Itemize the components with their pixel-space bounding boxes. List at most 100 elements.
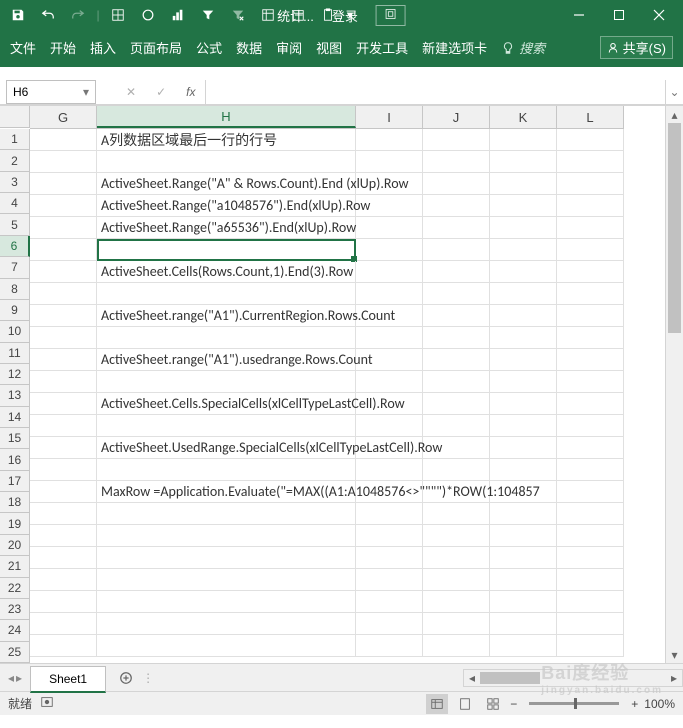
vscroll-thumb[interactable]	[668, 123, 681, 333]
name-box-dropdown-icon[interactable]: ▾	[83, 85, 89, 99]
row-header-16[interactable]: 16	[0, 449, 30, 470]
minimize-button[interactable]	[559, 2, 599, 28]
row-header-4[interactable]: 4	[0, 193, 30, 214]
hscroll-thumb[interactable]	[480, 672, 540, 684]
maximize-button[interactable]	[599, 2, 639, 28]
tab-file[interactable]: 文件	[10, 38, 36, 57]
cell-H1[interactable]: A列数据区域最后一行的行号	[97, 129, 356, 150]
macro-record-icon[interactable]	[40, 695, 54, 712]
insert-function-button[interactable]: fx	[186, 85, 195, 99]
cell-H10[interactable]	[97, 327, 356, 348]
borders-icon[interactable]	[104, 2, 132, 28]
save-button[interactable]	[4, 2, 32, 28]
row-header-15[interactable]: 15	[0, 428, 30, 449]
circle-icon[interactable]	[134, 2, 162, 28]
page-layout-view-button[interactable]	[454, 694, 476, 714]
row-header-5[interactable]: 5	[0, 214, 30, 235]
share-button[interactable]: 共享(S)	[600, 36, 673, 59]
redo-button[interactable]	[64, 2, 92, 28]
row-header-10[interactable]: 10	[0, 321, 30, 342]
row-header-23[interactable]: 23	[0, 599, 30, 620]
tell-me[interactable]: 搜索	[501, 38, 545, 57]
cell-H24[interactable]	[97, 635, 356, 656]
col-header-k[interactable]: K	[490, 106, 557, 128]
name-box[interactable]: H6 ▾	[6, 80, 96, 104]
zoom-in-button[interactable]: +	[631, 697, 638, 711]
cell-H18[interactable]	[97, 503, 356, 524]
cancel-formula-icon[interactable]: ✕	[126, 85, 136, 99]
expand-formula-bar-icon[interactable]: ⌄	[665, 80, 683, 104]
cell-H9[interactable]: ActiveSheet.range("A1").CurrentRegion.Ro…	[97, 305, 356, 326]
cell-H21[interactable]	[97, 569, 356, 590]
scroll-right-icon[interactable]: ▸	[666, 671, 682, 685]
tab-formulas[interactable]: 公式	[196, 38, 222, 57]
confirm-formula-icon[interactable]: ✓	[156, 85, 166, 99]
vertical-scrollbar[interactable]: ▴ ▾	[665, 106, 683, 663]
select-all-corner[interactable]	[0, 106, 30, 128]
account-box[interactable]	[376, 5, 406, 26]
row-header-7[interactable]: 7	[0, 257, 30, 278]
clear-filter-icon[interactable]	[224, 2, 252, 28]
cell-H8[interactable]	[97, 283, 356, 304]
cell-H20[interactable]	[97, 547, 356, 568]
cell-H13[interactable]: ActiveSheet.Cells.SpecialCells(xlCellTyp…	[97, 393, 356, 414]
row-header-21[interactable]: 21	[0, 556, 30, 577]
col-header-h[interactable]: H	[97, 106, 356, 128]
filter-icon[interactable]	[194, 2, 222, 28]
col-header-i[interactable]: I	[356, 106, 423, 128]
row-header-9[interactable]: 9	[0, 300, 30, 321]
zoom-out-button[interactable]: −	[510, 697, 517, 711]
close-button[interactable]	[639, 2, 679, 28]
scroll-up-icon[interactable]: ▴	[666, 106, 683, 123]
cell-H19[interactable]	[97, 525, 356, 546]
cell-H22[interactable]	[97, 591, 356, 612]
col-header-g[interactable]: G	[30, 106, 97, 128]
login-button[interactable]: 登录	[332, 6, 358, 25]
cell-H12[interactable]	[97, 371, 356, 392]
undo-button[interactable]	[34, 2, 62, 28]
sheet-next-icon[interactable]: ▸	[16, 671, 22, 685]
cell-H23[interactable]	[97, 613, 356, 634]
cell-H7[interactable]: ActiveSheet.Cells(Rows.Count,1).End(3).R…	[97, 261, 356, 282]
row-header-8[interactable]: 8	[0, 279, 30, 300]
row-header-25[interactable]: 25	[0, 642, 30, 663]
row-header-20[interactable]: 20	[0, 535, 30, 556]
cell-H2[interactable]	[97, 151, 356, 172]
zoom-slider[interactable]	[529, 702, 619, 705]
row-header-13[interactable]: 13	[0, 385, 30, 406]
cell-H11[interactable]: ActiveSheet.range("A1").usedrange.Rows.C…	[97, 349, 356, 370]
row-header-12[interactable]: 12	[0, 364, 30, 385]
tab-data[interactable]: 数据	[236, 38, 262, 57]
row-header-1[interactable]: 1	[0, 129, 30, 150]
add-sheet-button[interactable]	[114, 666, 138, 690]
tab-layout[interactable]: 页面布局	[130, 38, 182, 57]
tab-dev[interactable]: 开发工具	[356, 38, 408, 57]
cell-H14[interactable]	[97, 415, 356, 436]
tab-home[interactable]: 开始	[50, 38, 76, 57]
zoom-level[interactable]: 100%	[644, 697, 675, 711]
row-header-17[interactable]: 17	[0, 471, 30, 492]
row-header-6[interactable]: 6	[0, 236, 30, 257]
cells-area[interactable]: A列数据区域最后一行的行号 ActiveSheet.Range("A" & Ro…	[30, 129, 624, 663]
col-header-j[interactable]: J	[423, 106, 490, 128]
tab-insert[interactable]: 插入	[90, 38, 116, 57]
row-header-22[interactable]: 22	[0, 578, 30, 599]
sheet-prev-icon[interactable]: ◂	[8, 671, 14, 685]
sheet-tab-sheet1[interactable]: Sheet1	[30, 666, 106, 693]
horizontal-scrollbar[interactable]: ◂ ▸	[463, 669, 683, 687]
scroll-down-icon[interactable]: ▾	[666, 646, 683, 663]
row-header-19[interactable]: 19	[0, 513, 30, 534]
cell-H6[interactable]	[97, 239, 356, 260]
normal-view-button[interactable]	[426, 694, 448, 714]
tab-review[interactable]: 审阅	[276, 38, 302, 57]
row-header-18[interactable]: 18	[0, 492, 30, 513]
tab-view[interactable]: 视图	[316, 38, 342, 57]
cell-H3[interactable]: ActiveSheet.Range("A" & Rows.Count).End …	[97, 173, 356, 194]
formula-bar[interactable]	[205, 80, 665, 104]
scroll-left-icon[interactable]: ◂	[464, 671, 480, 685]
cell-H15[interactable]: ActiveSheet.UsedRange.SpecialCells(xlCel…	[97, 437, 356, 458]
chart-icon[interactable]	[164, 2, 192, 28]
cell-H16[interactable]	[97, 459, 356, 480]
row-header-24[interactable]: 24	[0, 620, 30, 641]
row-header-14[interactable]: 14	[0, 407, 30, 428]
